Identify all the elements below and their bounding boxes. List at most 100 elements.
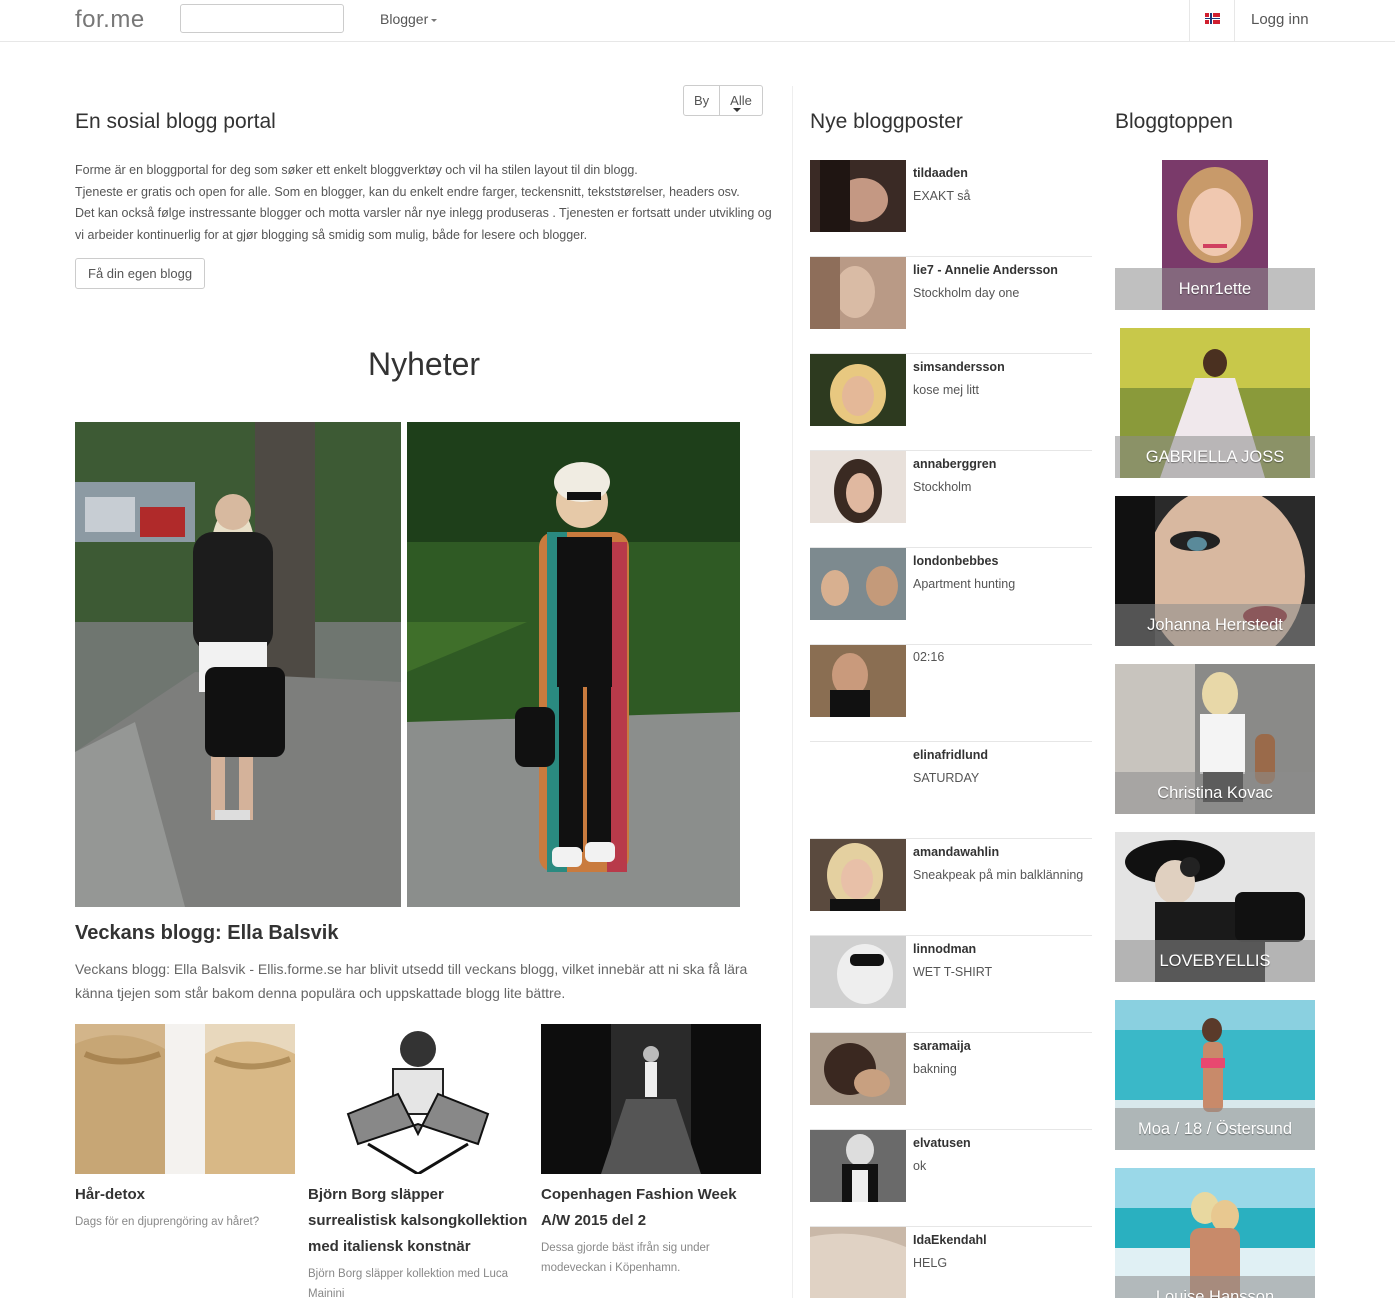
feature-photo[interactable] [407, 422, 740, 907]
city-filter: By Alle [683, 85, 763, 116]
post-author[interactable]: lie7 - Annelie Andersson [913, 263, 1058, 277]
news-heading: Nyheter [368, 346, 481, 382]
intro-title: En sosial blogg portal [75, 110, 276, 133]
post-item[interactable]: tildaaden EXAKT så [810, 160, 1092, 257]
post-title[interactable]: Sneakpeak på min balklänning [913, 868, 1083, 882]
city-filter-dropdown[interactable]: Alle [719, 86, 762, 115]
caret-down-icon [431, 18, 438, 22]
post-item[interactable]: IdaEkendahl HELG [810, 1227, 1092, 1298]
post-title[interactable]: Apartment hunting [913, 577, 1015, 591]
post-author[interactable]: IdaEkendahl [913, 1233, 987, 1247]
post-author[interactable]: annaberggren [913, 457, 996, 471]
post-item[interactable]: amandawahlin Sneakpeak på min balklännin… [810, 839, 1092, 936]
top-blog-card[interactable]: Louise Hansson [1115, 1168, 1315, 1298]
post-title[interactable]: EXAKT så [913, 189, 970, 203]
language-selector[interactable] [1189, 0, 1235, 42]
post-author[interactable]: tildaaden [913, 166, 968, 180]
top-blog-name: Johanna Herrstedt [1115, 604, 1315, 646]
post-author[interactable]: amandawahlin [913, 845, 999, 859]
post-title[interactable]: Stockholm day one [913, 286, 1019, 300]
featured-blog-text: Veckans blogg: Ella Balsvik - Ellis.form… [75, 961, 748, 1001]
post-author[interactable]: saramaija [913, 1039, 971, 1053]
article-image[interactable] [75, 1024, 295, 1174]
post-author[interactable]: londonbebbes [913, 554, 998, 568]
column-divider [792, 86, 793, 1298]
post-item[interactable]: elinafridlund SATURDAY [810, 742, 1092, 839]
top-navbar: for.me Blogger Logg inn [0, 0, 1395, 42]
article-title[interactable]: Copenhagen Fashion Week A/W 2015 del 2 [541, 1182, 763, 1234]
post-thumbnail[interactable] [810, 354, 906, 426]
post-thumbnail[interactable] [810, 1227, 906, 1298]
brand-logo[interactable]: for.me [75, 6, 145, 34]
city-filter-label[interactable]: By [684, 86, 719, 115]
post-title[interactable]: bakning [913, 1062, 957, 1076]
post-title[interactable]: ok [913, 1159, 926, 1173]
article-title[interactable]: Björn Borg släpper surrealistisk kalsong… [308, 1182, 530, 1260]
top-blog-card[interactable]: Henr1ette [1115, 160, 1315, 310]
post-thumbnail[interactable] [810, 645, 906, 717]
article-image[interactable] [308, 1024, 528, 1174]
news-article[interactable]: Hår-detox Dags för en djuprengöring av h… [75, 1024, 297, 1232]
post-author[interactable]: elvatusen [913, 1136, 971, 1150]
top-blog-name: LOVEBYELLIS [1115, 940, 1315, 982]
post-title[interactable]: 02:16 [913, 650, 944, 664]
post-thumbnail[interactable] [810, 257, 906, 329]
blogger-menu[interactable]: Blogger [380, 11, 438, 27]
feature-photo[interactable] [75, 422, 401, 907]
city-filter-selected: Alle [730, 93, 752, 108]
post-item[interactable]: saramaija bakning [810, 1033, 1092, 1130]
article-image[interactable] [541, 1024, 761, 1174]
article-description: Björn Borg släpper kollektion med Luca M… [308, 1268, 509, 1298]
blogger-menu-label: Blogger [380, 11, 429, 27]
post-item[interactable]: annaberggren Stockholm [810, 451, 1092, 548]
top-blog-card[interactable]: Moa / 18 / Östersund [1115, 1000, 1315, 1150]
post-item[interactable]: londonbebbes Apartment hunting [810, 548, 1092, 645]
top-blog-card[interactable]: Johanna Herrstedt [1115, 496, 1315, 646]
post-thumbnail[interactable] [810, 1130, 906, 1202]
norway-flag-icon [1205, 13, 1220, 24]
top-blog-name: Moa / 18 / Östersund [1115, 1108, 1315, 1150]
post-title[interactable]: kose mej litt [913, 383, 979, 397]
post-item[interactable]: 02:16 [810, 645, 1092, 742]
new-posts-heading: Nye bloggposter [810, 110, 963, 133]
intro-paragraph: Det kan också følge instressante blogger… [75, 206, 772, 242]
login-link[interactable]: Logg inn [1251, 11, 1309, 28]
post-item[interactable]: lie7 - Annelie Andersson Stockholm day o… [810, 257, 1092, 354]
post-title[interactable]: WET T-SHIRT [913, 965, 992, 979]
top-blog-name: Henr1ette [1115, 268, 1315, 310]
caret-down-icon [733, 108, 742, 112]
post-thumbnail[interactable] [810, 160, 906, 232]
post-author[interactable]: linnodman [913, 942, 976, 956]
news-article[interactable]: Björn Borg släpper surrealistisk kalsong… [308, 1024, 530, 1298]
intro-text: Forme är en bloggportal for deg som søke… [75, 160, 775, 246]
post-title[interactable]: Stockholm [913, 480, 971, 494]
post-thumbnail[interactable] [810, 548, 906, 620]
search-input[interactable] [180, 4, 344, 33]
article-description: Dessa gjorde bäst ifrån sig under modeve… [541, 1242, 710, 1274]
get-blog-button[interactable]: Få din egen blogg [75, 258, 206, 289]
post-item[interactable]: linnodman WET T-SHIRT [810, 936, 1092, 1033]
post-thumbnail[interactable] [810, 839, 906, 911]
top-blog-card[interactable]: Christina Kovac [1115, 664, 1315, 814]
intro-paragraph: Tjeneste er gratis och open for alle. So… [75, 184, 740, 199]
post-author[interactable]: simsandersson [913, 360, 1005, 374]
article-description: Dags för en djuprengöring av håret? [75, 1216, 260, 1228]
post-item[interactable]: simsandersson kose mej litt [810, 354, 1092, 451]
post-thumbnail[interactable] [810, 451, 906, 523]
post-author[interactable]: elinafridlund [913, 748, 988, 762]
intro-paragraph: Forme är en bloggportal for deg som søke… [75, 163, 638, 177]
top-blog-name: GABRIELLA JOSS [1115, 436, 1315, 478]
article-title[interactable]: Hår-detox [75, 1182, 297, 1208]
post-title[interactable]: SATURDAY [913, 771, 979, 785]
top-blog-name: Christina Kovac [1115, 772, 1315, 814]
post-item[interactable]: elvatusen ok [810, 1130, 1092, 1227]
post-thumbnail[interactable] [810, 1033, 906, 1105]
post-thumbnail[interactable] [810, 936, 906, 1008]
featured-blog-title[interactable]: Veckans blogg: Ella Balsvik [75, 922, 338, 945]
news-article[interactable]: Copenhagen Fashion Week A/W 2015 del 2 D… [541, 1024, 763, 1278]
top-blog-card[interactable]: LOVEBYELLIS [1115, 832, 1315, 982]
top-blog-name: Louise Hansson [1115, 1276, 1315, 1298]
top-blogs-heading: Bloggtoppen [1115, 110, 1233, 133]
top-blog-card[interactable]: GABRIELLA JOSS [1115, 328, 1315, 478]
post-title[interactable]: HELG [913, 1256, 947, 1270]
